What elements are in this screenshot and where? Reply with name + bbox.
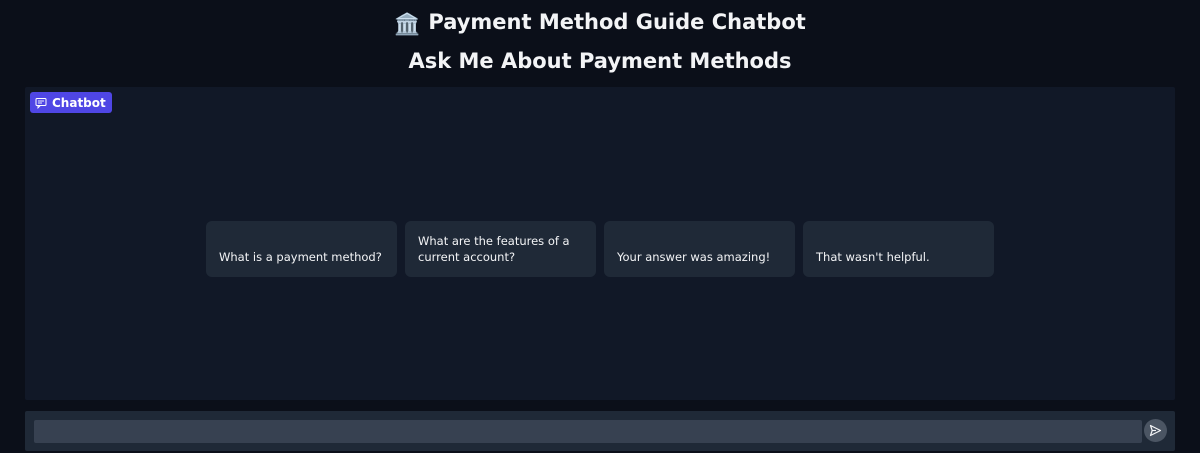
example-prompts: What is a payment method? What are the f… bbox=[206, 221, 994, 277]
example-prompt-card[interactable]: What are the features of a current accou… bbox=[405, 221, 596, 277]
message-input-row bbox=[25, 411, 1175, 451]
page-title: 🏛️ Payment Method Guide Chatbot bbox=[0, 8, 1200, 38]
message-input[interactable] bbox=[34, 420, 1142, 443]
example-prompt-card[interactable]: That wasn't helpful. bbox=[803, 221, 994, 277]
chat-bubble-icon bbox=[35, 97, 47, 109]
example-prompt-text: That wasn't helpful. bbox=[816, 250, 930, 264]
chatbot-label-text: Chatbot bbox=[52, 95, 106, 110]
send-icon bbox=[1149, 424, 1162, 437]
bank-icon: 🏛️ bbox=[394, 12, 421, 36]
example-prompt-card[interactable]: Your answer was amazing! bbox=[604, 221, 795, 277]
example-prompt-text: What is a payment method? bbox=[219, 250, 382, 264]
page-subtitle: Ask Me About Payment Methods bbox=[408, 49, 792, 73]
send-button[interactable] bbox=[1144, 419, 1167, 442]
example-prompt-card[interactable]: What is a payment method? bbox=[206, 221, 397, 277]
app-page: 🏛️ Payment Method Guide Chatbot Ask Me Ab… bbox=[0, 0, 1200, 453]
example-prompt-text: What are the features of a current accou… bbox=[418, 234, 570, 264]
example-prompt-text: Your answer was amazing! bbox=[617, 250, 771, 264]
chatbot-panel: Chatbot What is a payment method? What a… bbox=[25, 87, 1175, 400]
chatbot-label-badge: Chatbot bbox=[30, 92, 112, 113]
page-title-text: Payment Method Guide Chatbot bbox=[428, 10, 806, 34]
